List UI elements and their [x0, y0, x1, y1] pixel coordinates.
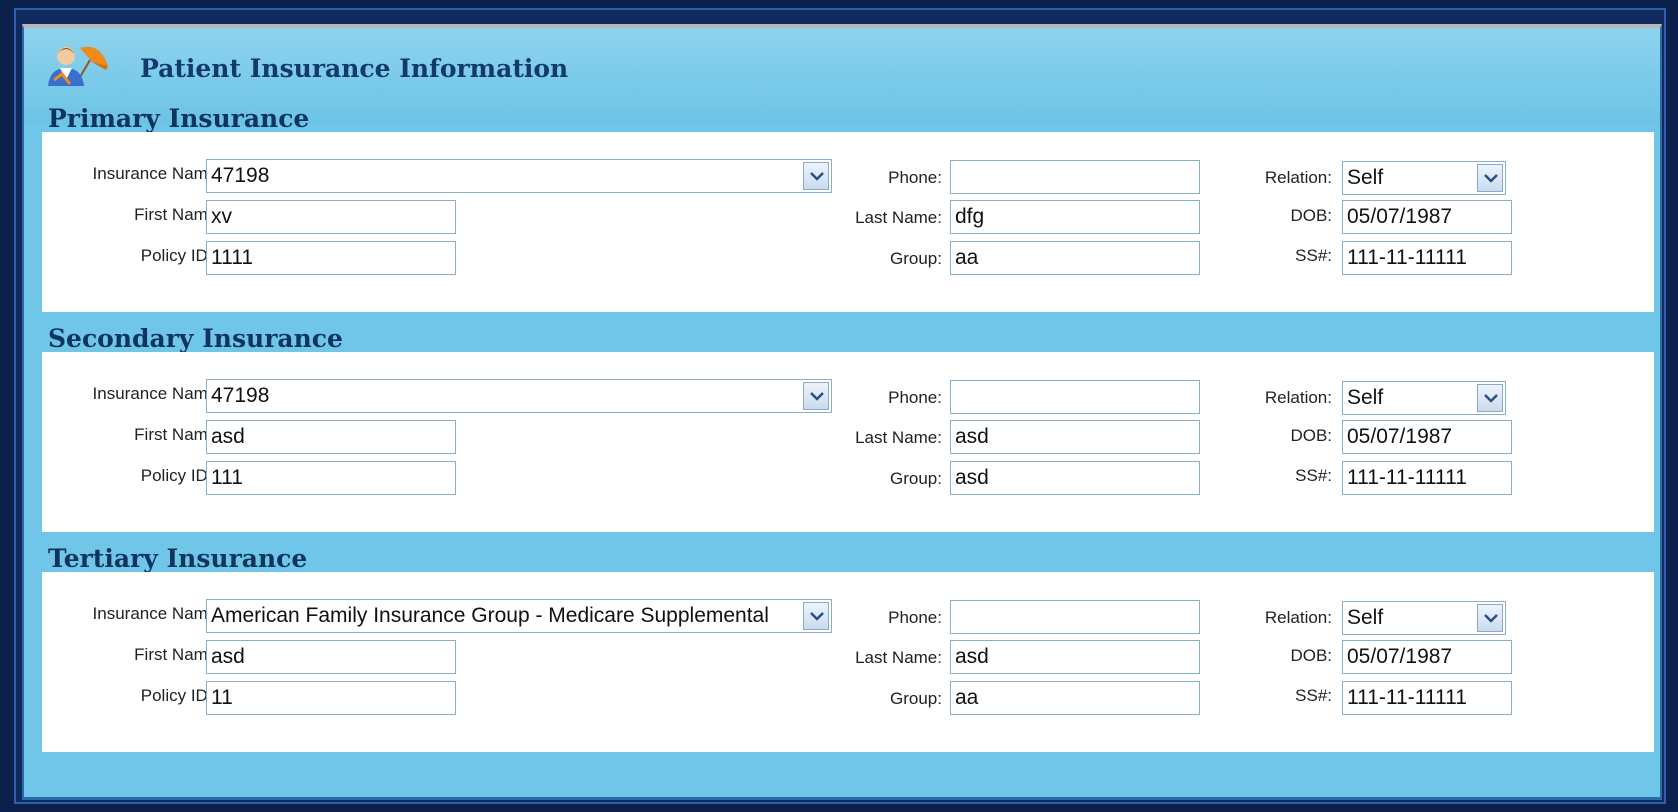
relation-value: Self [1347, 166, 1384, 189]
first-name-input[interactable]: xv [206, 200, 456, 234]
section-title: Tertiary Insurance [48, 544, 308, 573]
chevron-down-icon[interactable] [803, 602, 829, 630]
relation-select[interactable]: Self [1342, 601, 1506, 635]
group-input[interactable]: aa [950, 241, 1200, 275]
insurance-name-label: Insurance Name: [92, 164, 222, 183]
ss-label: SS#: [1295, 466, 1332, 485]
insurance-name-value: 47198 [211, 384, 270, 407]
phone-input[interactable] [950, 160, 1200, 194]
last-name-input[interactable]: dfg [950, 200, 1200, 234]
chevron-down-icon[interactable] [803, 162, 829, 190]
chevron-down-icon[interactable] [803, 382, 829, 410]
dob-label: DOB: [1290, 426, 1332, 445]
insurance-panel: Insurance Name: 47198 First Name: asd Po… [42, 352, 1654, 532]
insurance-name-select[interactable]: American Family Insurance Group - Medica… [206, 599, 832, 633]
insurance-panel: Insurance Name: 47198 First Name: xv Pol… [42, 132, 1654, 312]
dob-input[interactable]: 05/07/1987 [1342, 200, 1512, 234]
insurance-panel: Insurance Name: American Family Insuranc… [42, 572, 1654, 752]
dob-input[interactable]: 05/07/1987 [1342, 640, 1512, 674]
policy-id-input[interactable]: 11 [206, 681, 456, 715]
group-input[interactable]: aa [950, 681, 1200, 715]
insurance-name-label: Insurance Name: [92, 604, 222, 623]
insurance-name-value: 47198 [211, 164, 270, 187]
section-title: Secondary Insurance [48, 324, 343, 353]
chevron-down-icon[interactable] [1477, 384, 1503, 412]
relation-value: Self [1347, 606, 1384, 629]
relation-label: Relation: [1264, 608, 1332, 627]
phone-input[interactable] [950, 380, 1200, 414]
phone-label: Phone: [888, 168, 942, 187]
ss-input[interactable]: 111-11-11111 [1342, 461, 1512, 495]
last-name-label: Last Name: [855, 208, 942, 227]
dob-label: DOB: [1290, 646, 1332, 665]
insurance-name-select[interactable]: 47198 [206, 159, 832, 193]
last-name-label: Last Name: [855, 648, 942, 667]
insurance-name-select[interactable]: 47198 [206, 379, 832, 413]
page-title: Patient Insurance Information [140, 54, 569, 83]
first-name-input[interactable]: asd [206, 640, 456, 674]
ss-input[interactable]: 111-11-11111 [1342, 681, 1512, 715]
relation-value: Self [1347, 386, 1384, 409]
insurance-form: Patient Insurance Information Primary In… [22, 24, 1662, 800]
insurance-name-label: Insurance Name: [92, 384, 222, 403]
patient-umbrella-icon [40, 40, 110, 92]
relation-select[interactable]: Self [1342, 161, 1506, 195]
phone-label: Phone: [888, 608, 942, 627]
ss-label: SS#: [1295, 246, 1332, 265]
chevron-down-icon[interactable] [1477, 604, 1503, 632]
last-name-input[interactable]: asd [950, 420, 1200, 454]
group-label: Group: [890, 249, 942, 268]
group-label: Group: [890, 469, 942, 488]
last-name-label: Last Name: [855, 428, 942, 447]
relation-label: Relation: [1264, 388, 1332, 407]
dob-input[interactable]: 05/07/1987 [1342, 420, 1512, 454]
group-input[interactable]: asd [950, 461, 1200, 495]
group-label: Group: [890, 689, 942, 708]
first-name-input[interactable]: asd [206, 420, 456, 454]
section-title: Primary Insurance [48, 104, 310, 133]
ss-label: SS#: [1295, 686, 1332, 705]
chevron-down-icon[interactable] [1477, 164, 1503, 192]
phone-label: Phone: [888, 388, 942, 407]
insurance-name-value: American Family Insurance Group - Medica… [211, 604, 769, 627]
relation-label: Relation: [1264, 168, 1332, 187]
ss-input[interactable]: 111-11-11111 [1342, 241, 1512, 275]
last-name-input[interactable]: asd [950, 640, 1200, 674]
phone-input[interactable] [950, 600, 1200, 634]
dob-label: DOB: [1290, 206, 1332, 225]
policy-id-input[interactable]: 111 [206, 461, 456, 495]
relation-select[interactable]: Self [1342, 381, 1506, 415]
policy-id-input[interactable]: 1111 [206, 241, 456, 275]
